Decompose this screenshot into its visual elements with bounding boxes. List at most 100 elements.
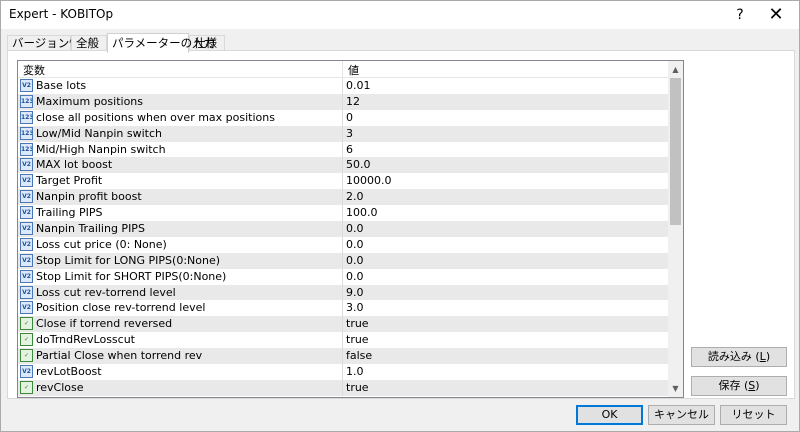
boolean-type-icon: ✓ [20, 333, 33, 347]
parameter-name: Nanpin profit boost [36, 190, 142, 204]
parameter-value[interactable]: 0.0 [346, 269, 364, 285]
cell-divider [342, 109, 343, 126]
parameter-name: Close if torrend reversed [36, 317, 173, 331]
cancel-button[interactable]: キャンセル [648, 405, 715, 425]
parameter-name: Loss cut rev-torrend level [36, 285, 176, 299]
column-header-variable[interactable]: 変数 [23, 62, 45, 78]
close-icon[interactable]: ✕ [753, 1, 799, 29]
parameter-name: Partial Close when torrend rev [36, 349, 203, 363]
parameter-name: Trailing PIPS [36, 206, 103, 220]
double-type-icon: V2 [20, 301, 33, 315]
parameter-value[interactable]: 10000.0 [346, 173, 392, 189]
expert-dialog: Expert - KOBITOp ? ✕ バージョン情報 全般 パラメーターの入… [0, 0, 800, 432]
cell-divider [342, 189, 343, 206]
table-row[interactable]: V2 Target Profit 10000.0 [18, 173, 668, 190]
cell-divider [342, 268, 343, 285]
table-row[interactable]: V2 Position close rev-torrend level 3.0 [18, 300, 668, 317]
reset-button[interactable]: リセット [720, 405, 787, 425]
boolean-type-icon: ✓ [20, 349, 33, 363]
parameter-value[interactable]: true [346, 332, 369, 348]
double-type-icon: V2 [20, 158, 33, 172]
parameter-value[interactable]: false [346, 348, 372, 364]
cell-divider [342, 364, 343, 380]
double-type-icon: V2 [20, 365, 33, 379]
column-header-value[interactable]: 値 [348, 62, 359, 78]
table-row[interactable]: 123 close all positions when over max pos… [18, 109, 668, 126]
ok-button[interactable]: OK [576, 405, 643, 425]
double-type-icon: V2 [20, 285, 33, 299]
double-type-icon: V2 [20, 269, 33, 283]
scroll-up-arrow-icon[interactable]: ▲ [668, 61, 683, 78]
double-type-icon: V2 [20, 206, 33, 220]
double-type-icon: V2 [20, 174, 33, 188]
tab-input-parameters[interactable]: パラメーターの入力 [107, 33, 215, 53]
table-row[interactable]: V2 Base lots 0.01 [18, 78, 668, 94]
parameter-value[interactable]: 0.0 [346, 237, 364, 253]
parameter-name: revClose [36, 380, 84, 394]
scrollbar-thumb[interactable] [670, 78, 681, 225]
parameter-name: Stop Limit for LONG PIPS(0:None) [36, 253, 221, 267]
table-row[interactable]: V2 Nanpin profit boost 2.0 [18, 189, 668, 206]
table-row[interactable]: ✓ doTrndRevLosscut true [18, 332, 668, 349]
double-type-icon: V2 [20, 237, 33, 251]
table-row[interactable]: V2 Stop Limit for SHORT PIPS(0:None) 0.0 [18, 268, 668, 285]
cell-divider [342, 252, 343, 269]
table-row[interactable]: V2 Stop Limit for LONG PIPS(0:None) 0.0 [18, 252, 668, 269]
parameter-value[interactable]: 0.0 [346, 221, 364, 237]
table-row[interactable]: V2 Nanpin Trailing PIPS 0.0 [18, 221, 668, 237]
cell-divider [342, 236, 343, 253]
save-button-close-paren: ) [755, 379, 760, 392]
table-row[interactable]: ✓ revClose true [18, 379, 668, 396]
load-button-close-paren: ) [765, 350, 771, 363]
scroll-down-arrow-icon[interactable]: ▼ [668, 380, 683, 397]
parameter-name: Target Profit [36, 174, 103, 188]
parameter-rows: V2 Base lots 0.01 123 Maximum positions 12 123… [18, 78, 668, 396]
table-row[interactable]: V2 Loss cut price (0: None) 0.0 [18, 236, 668, 253]
table-row[interactable]: V2 Loss cut rev-torrend level 9.0 [18, 284, 668, 301]
parameter-value[interactable]: 0 [346, 110, 353, 126]
table-row[interactable]: V2 Trailing PIPS 100.0 [18, 205, 668, 222]
table-row[interactable]: 123 Maximum positions 12 [18, 93, 668, 110]
integer-type-icon: 123 [20, 126, 33, 140]
parameter-value[interactable]: 1.0 [346, 364, 364, 380]
parameter-value[interactable]: 9.0 [346, 285, 364, 301]
parameter-value[interactable]: 6 [346, 142, 353, 158]
column-divider[interactable] [342, 61, 343, 78]
parameter-value[interactable]: 0.0 [346, 253, 364, 269]
load-button[interactable]: 読み込み (L) [691, 347, 787, 367]
save-button[interactable]: 保存 (S) [691, 376, 787, 396]
parameter-value[interactable]: 2.0 [346, 189, 364, 205]
vertical-scrollbar[interactable]: ▲ ▼ [668, 61, 683, 397]
boolean-type-icon: ✓ [20, 380, 33, 394]
parameter-value[interactable]: 50.0 [346, 157, 371, 173]
cell-divider [342, 78, 343, 94]
parameter-value[interactable]: 12 [346, 94, 360, 110]
cell-divider [342, 379, 343, 396]
table-row[interactable]: 123 Mid/High Nanpin switch 6 [18, 141, 668, 158]
window-title: Expert - KOBITOp [9, 7, 114, 21]
parameter-name: Loss cut price (0: None) [36, 237, 167, 251]
table-row[interactable]: V2 revLotBoost 1.0 [18, 364, 668, 380]
cell-divider [342, 284, 343, 301]
parameter-value[interactable]: 3 [346, 126, 353, 142]
save-button-label: 保存 ( [718, 379, 749, 392]
parameter-value[interactable]: true [346, 380, 369, 396]
cell-divider [342, 125, 343, 142]
parameter-value[interactable]: 100.0 [346, 205, 378, 221]
table-row[interactable]: ✓ Close if torrend reversed true [18, 316, 668, 333]
table-row[interactable]: V2 MAX lot boost 50.0 [18, 157, 668, 174]
cell-divider [342, 173, 343, 190]
cell-divider [342, 205, 343, 222]
cell-divider [342, 93, 343, 110]
parameter-value[interactable]: 0.01 [346, 78, 371, 94]
load-button-label: 読み込み ( [707, 350, 760, 363]
double-type-icon: V2 [20, 253, 33, 267]
boolean-type-icon: ✓ [20, 317, 33, 331]
table-row[interactable]: 123 Low/Mid Nanpin switch 3 [18, 125, 668, 142]
parameter-value[interactable]: 3.0 [346, 300, 364, 316]
parameter-value[interactable]: true [346, 316, 369, 332]
parameter-name: Base lots [36, 79, 87, 92]
table-row[interactable]: ✓ Partial Close when torrend rev false [18, 348, 668, 365]
parameter-name: Mid/High Nanpin switch [36, 142, 166, 156]
integer-type-icon: 123 [20, 94, 33, 108]
